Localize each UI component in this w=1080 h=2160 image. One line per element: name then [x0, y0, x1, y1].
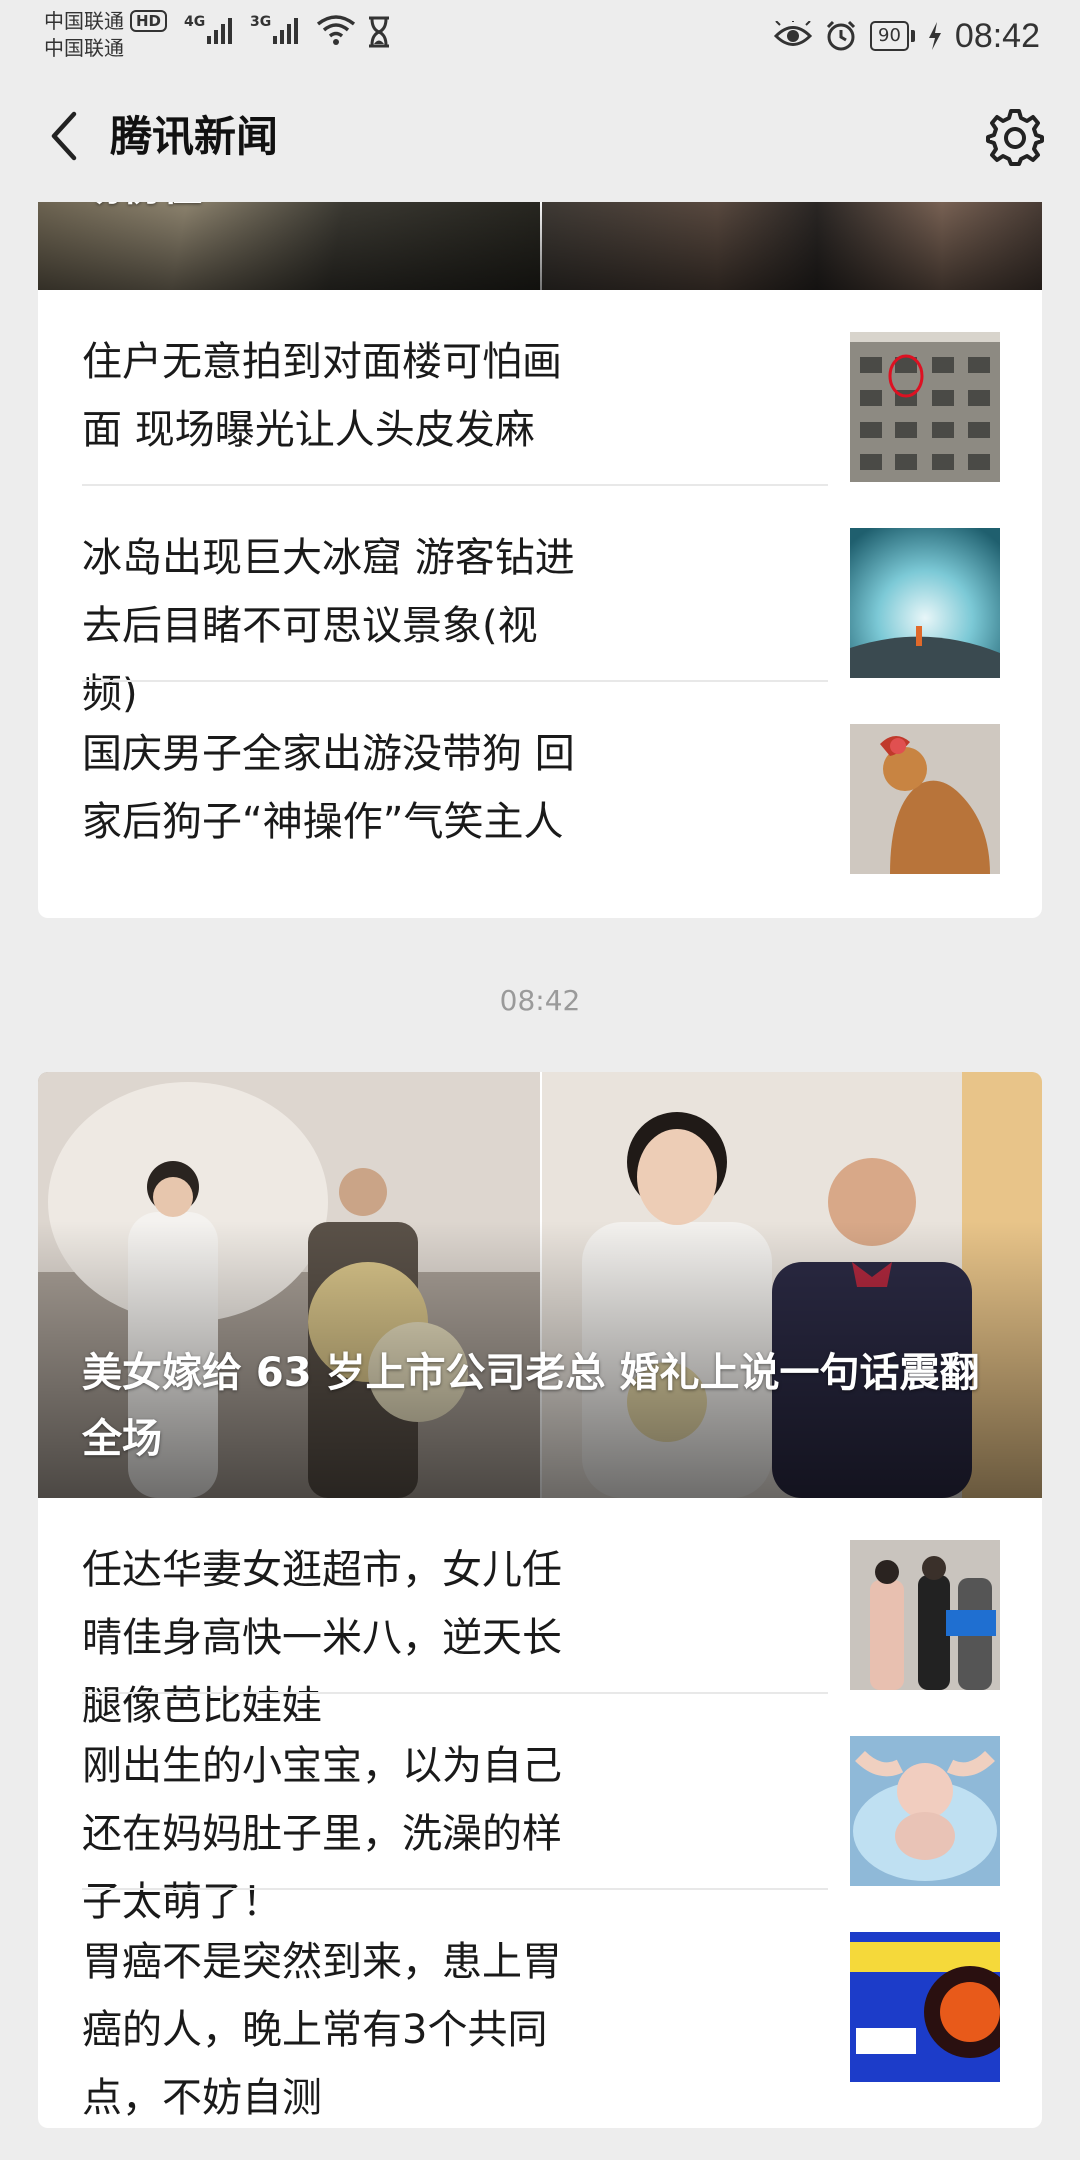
cover-story-2[interactable]: 美女嫁给 63 岁上市公司老总 婚礼上说一句话震翻全场 — [38, 1072, 1042, 1498]
battery-level: 90 — [870, 21, 909, 51]
hd-badge: HD — [130, 10, 168, 32]
carrier-info: 中国联通 HD 中国联通 — [44, 8, 168, 62]
cover-title: 美女嫁给 63 岁上市公司老总 婚礼上说一句话震翻全场 — [82, 1350, 980, 1462]
alarm-icon — [826, 20, 856, 51]
news-thumbnail — [850, 1932, 1000, 2082]
gear-icon — [986, 109, 1044, 166]
status-bar: 中国联通 HD 中国联通 4G 3G 90 08:42 — [0, 0, 1080, 72]
news-title: 住户无意拍到对面楼可怕画面 现场曝光让人头皮发麻 — [82, 339, 562, 453]
signal-2-label: 3G — [250, 14, 272, 30]
charging-icon — [928, 22, 941, 50]
news-thumbnail — [850, 528, 1000, 678]
news-thumbnail — [850, 332, 1000, 482]
battery-indicator: 90 — [870, 21, 915, 51]
signal-2-icon: 3G — [250, 14, 299, 44]
news-item[interactable]: 国庆男子全家出游没带狗 回家后狗子“神操作”气笑主人 — [38, 682, 1042, 878]
back-button[interactable] — [26, 96, 106, 176]
signal-1-icon: 4G — [184, 14, 233, 44]
news-title: 国庆男子全家出游没带狗 回家后狗子“神操作”气笑主人 — [82, 731, 575, 845]
carrier-1: 中国联通 — [44, 9, 124, 33]
news-thumbnail — [850, 1540, 1000, 1690]
news-item[interactable]: 冰岛出现巨大冰窟 游客钻进去后目睹不可思议景象(视频) — [38, 486, 1042, 717]
feed-timestamp: 08:42 — [499, 984, 581, 1017]
news-card-2: 美女嫁给 63 岁上市公司老总 婚礼上说一句话震翻全场 任达华妻女逛超市，女儿任… — [38, 1072, 1042, 2128]
hourglass-icon — [369, 16, 389, 48]
news-item[interactable]: 胃癌不是突然到来，患上胃癌的人，晚上常有3个共同点，不妨自测 — [38, 1890, 1042, 2121]
wifi-icon — [316, 15, 356, 45]
settings-button[interactable] — [980, 102, 1050, 172]
news-item[interactable]: 刚出生的小宝宝，以为自己还在妈妈肚子里，洗澡的样子太萌了！ — [38, 1694, 1042, 1925]
signal-1-label: 4G — [184, 14, 206, 30]
news-thumbnail — [850, 1736, 1000, 1886]
chevron-left-icon — [51, 111, 77, 161]
status-time: 08:42 — [954, 16, 1040, 55]
news-item[interactable]: 住户无意拍到对面楼可怕画面 现场曝光让人头皮发麻 — [38, 290, 1042, 486]
status-right: 90 08:42 — [774, 8, 1040, 64]
news-item[interactable]: 任达华妻女逛超市，女儿任晴佳身高快一米八，逆天长腿像芭比娃娃 — [38, 1498, 1042, 1729]
news-thumbnail — [850, 724, 1000, 874]
page-title: 腾讯新闻 — [110, 112, 279, 161]
news-title: 胃癌不是突然到来，患上胃癌的人，晚上常有3个共同点，不妨自测 — [82, 1939, 562, 2121]
eye-icon — [774, 21, 812, 46]
carrier-2: 中国联通 — [44, 36, 124, 60]
news-card-1: 场愣住 住户无意拍到对面楼可怕画面 现场曝光让人头皮发麻 冰岛出现巨大冰窟 游客… — [38, 150, 1042, 918]
nav-bar: 腾讯新闻 — [0, 72, 1080, 202]
